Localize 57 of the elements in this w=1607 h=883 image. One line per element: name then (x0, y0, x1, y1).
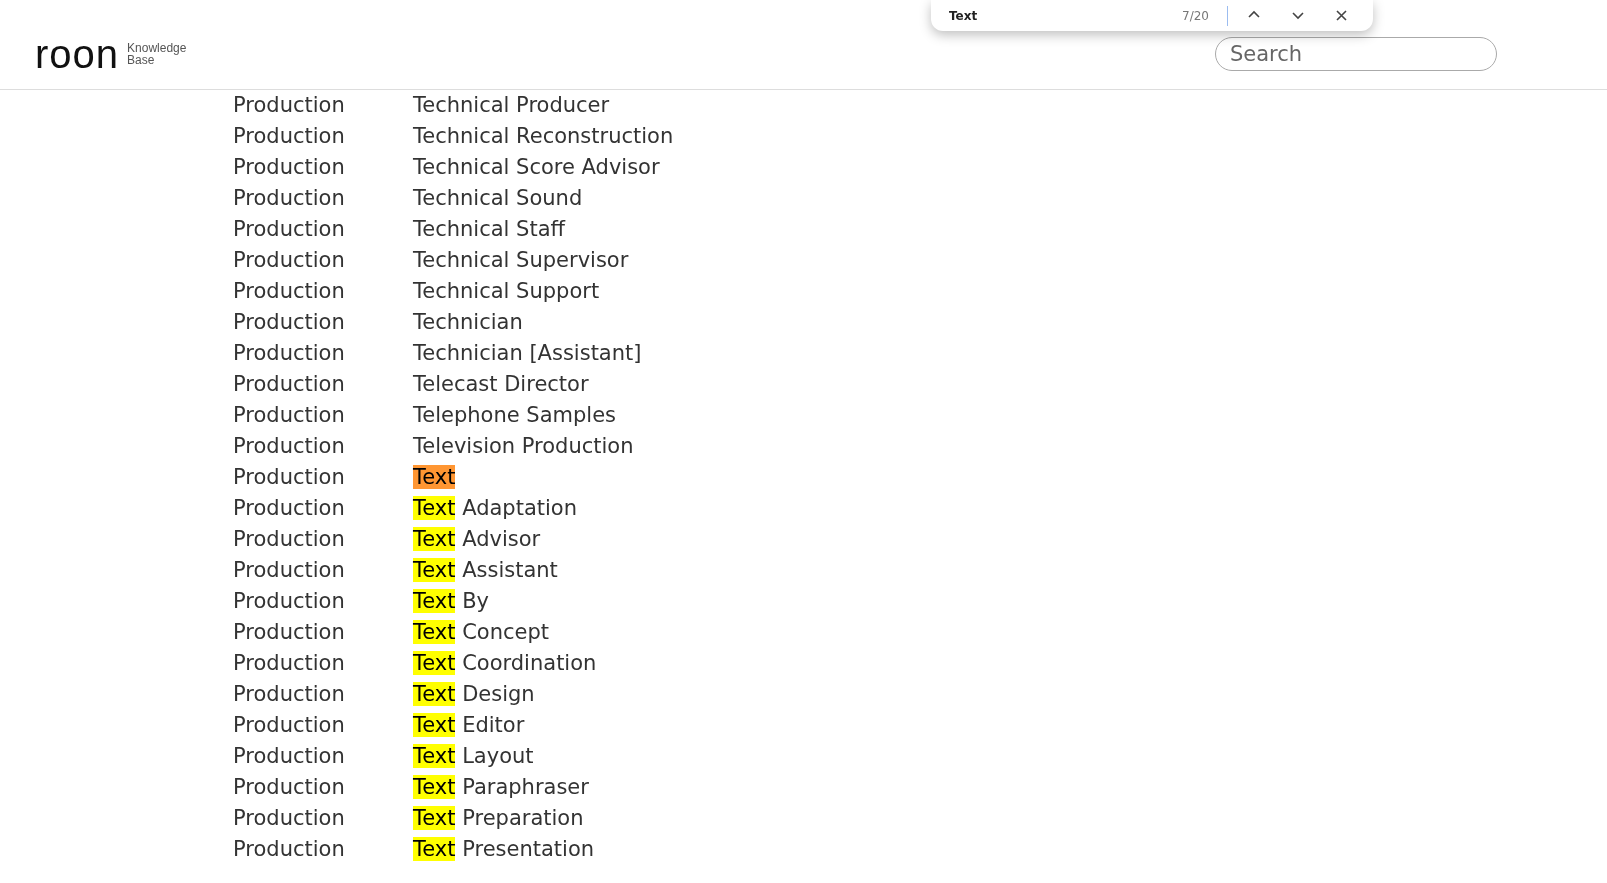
credit-title: Technical Score Advisor (413, 153, 660, 181)
credit-title: Text Design (413, 680, 535, 708)
credit-title: Text (413, 463, 456, 491)
credit-title: Text Presentation (413, 835, 595, 863)
logo-subtitle: Knowledge (127, 41, 187, 54)
department-text: Production (233, 277, 346, 305)
credit-title: Text Adaptation (413, 494, 577, 522)
department-text: Production (233, 525, 346, 553)
logo-subtitle: Base (127, 53, 155, 66)
credit-title: Technical Producer (413, 91, 610, 119)
credit-title: Technical Staff (413, 215, 565, 243)
department-text: Production (233, 246, 346, 274)
credit-title: Text Assistant (413, 556, 558, 584)
department-text: Production (233, 339, 346, 367)
logo[interactable]: roon (35, 33, 120, 74)
credit-title: Telecast Director (413, 370, 589, 398)
department-text: Production (233, 618, 346, 646)
department-text: Production (233, 494, 346, 522)
credit-title: Text Advisor (413, 525, 541, 553)
search-field[interactable]: Search (1215, 36, 1497, 71)
department-text: Production (233, 556, 346, 584)
department-text: Production (233, 308, 346, 336)
department-text: Production (233, 680, 346, 708)
credit-title: Technical Reconstruction (413, 122, 674, 150)
credit-title: Text Layout (413, 742, 534, 770)
department-text: Production (233, 742, 346, 770)
credit-title: Text Preparation (413, 804, 584, 832)
credit-title: Technical Support (413, 277, 600, 305)
credit-title: Technician [Assistant] (413, 339, 642, 367)
department-text: Production (233, 122, 346, 150)
credit-title: Technical Supervisor (413, 246, 629, 274)
close-icon[interactable] (1334, 8, 1350, 23)
credit-title: Technical Sound (413, 184, 583, 212)
department-text: Production (233, 370, 346, 398)
department-text: Production (233, 773, 346, 801)
department-text: Production (233, 463, 346, 491)
credit-title: Technician (413, 308, 523, 336)
department-text: Production (233, 401, 346, 429)
department-text: Production (233, 804, 346, 832)
credit-title: Television Production (413, 432, 634, 460)
department-text: Production (233, 711, 346, 739)
department-text: Production (233, 153, 346, 181)
credit-title: Text Concept (413, 618, 549, 646)
credit-title: Text Editor (413, 711, 525, 739)
department-text: Production (233, 184, 346, 212)
find-query-field[interactable]: Text (949, 6, 1149, 25)
credit-title: Telephone Samples (413, 401, 616, 429)
match-count: 7/20 (1181, 7, 1209, 25)
department-text: Production (233, 432, 346, 460)
credit-title: Text Paraphraser (413, 773, 589, 801)
credit-title: Text By (413, 587, 489, 615)
department-text: Production (233, 215, 346, 243)
department-text: Production (233, 835, 346, 863)
department-text: Production (233, 649, 346, 677)
credit-title: Text Coordination (413, 649, 597, 677)
department-text: Production (233, 587, 346, 615)
department-text: Production (233, 91, 346, 119)
